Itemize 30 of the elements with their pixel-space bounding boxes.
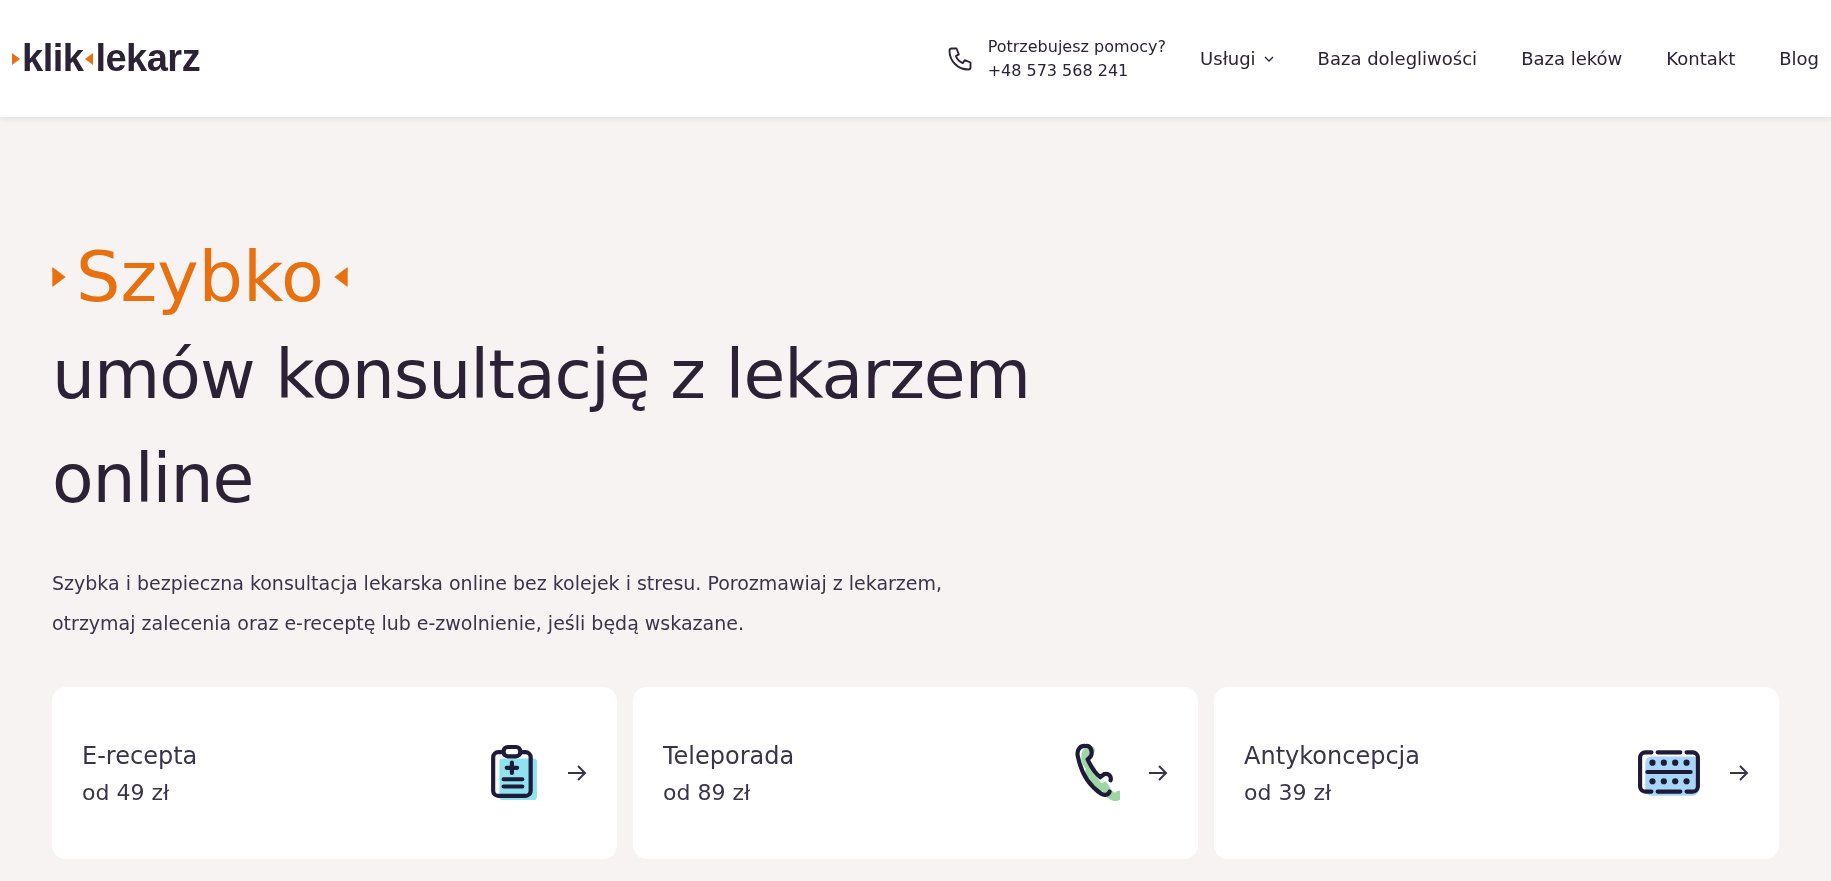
triangle-icon (52, 267, 66, 287)
nav-link[interactable]: Baza dolegliwości (1317, 48, 1478, 69)
arrow-right-icon (1148, 765, 1168, 781)
hero-title: umów konsultację z lekarzem online (52, 334, 1031, 520)
service-name: Antykoncepcja (1244, 741, 1421, 770)
pill-pack-icon (1637, 748, 1701, 798)
nav-link[interactable]: Usługi (1200, 48, 1274, 69)
nav-link[interactable]: Kontakt (1666, 48, 1736, 69)
arrow-right-icon (1729, 765, 1749, 781)
hero-highlight: Szybko (76, 237, 324, 317)
help-label: Potrzebujesz pomocy? (987, 35, 1167, 58)
service-name: E-recepta (82, 741, 199, 770)
nav-link[interactable]: Baza leków (1521, 48, 1623, 69)
service-card[interactable]: E-recepta od 49 zł (52, 687, 617, 859)
phone-number[interactable]: +48 573 568 241 (987, 58, 1167, 83)
triangle-icon (333, 267, 348, 287)
arrow-right-icon (567, 765, 587, 781)
triangle-icon (85, 51, 94, 66)
triangle-icon (12, 51, 20, 66)
service-card[interactable]: Antykoncepcja od 39 zł (1214, 687, 1779, 859)
service-price: od 49 zł (82, 779, 171, 805)
logo-text[interactable]: klik (22, 37, 84, 80)
service-name: Teleporada (663, 741, 796, 770)
service-card[interactable]: Teleporada od 89 zł (633, 687, 1198, 859)
hero-description: Szybka i bezpieczna konsultacja lekarska online bez kolejek i stresu. Porozmawiaj z lekarzem, otrzymaj zalecenia oraz e-receptę lub e-zwolnienie, jeśli będą wskazane. (52, 571, 944, 636)
service-price: od 89 zł (663, 779, 752, 805)
logo-text[interactable]: lekarz (95, 37, 201, 80)
service-price: od 39 zł (1244, 779, 1333, 805)
nav-link[interactable]: Blog (1779, 48, 1819, 69)
clipboard-icon (489, 743, 539, 803)
